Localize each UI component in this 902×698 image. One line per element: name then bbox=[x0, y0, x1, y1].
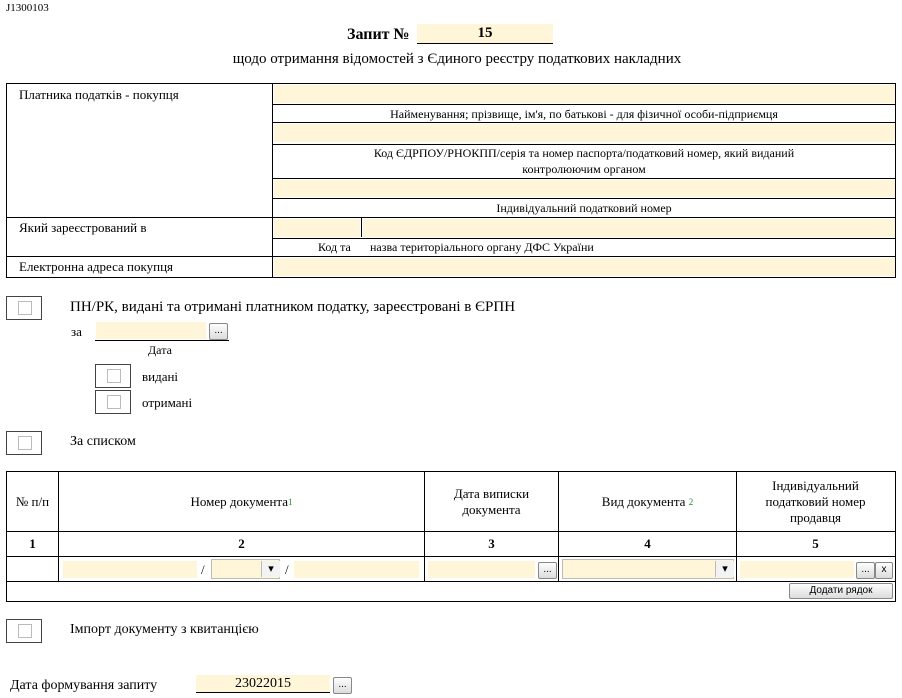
authority-code-caption: Код та bbox=[318, 240, 351, 254]
seller-ipn-lookup-button[interactable]: ... bbox=[856, 562, 875, 579]
header-num: № п/п bbox=[15, 493, 50, 509]
doc-type-select[interactable]: ▾ bbox=[562, 559, 734, 579]
issued-label: видані bbox=[142, 369, 179, 384]
add-row-button[interactable]: Додати рядок bbox=[789, 583, 893, 599]
doc-number-field[interactable] bbox=[63, 561, 197, 578]
doc-number-slash-1: / bbox=[201, 562, 205, 577]
col-number-2: 2 bbox=[238, 536, 245, 551]
import-option-label: Імпорт документу з квитанцією bbox=[70, 622, 259, 637]
header-doc-type: Вид документа 2 bbox=[601, 493, 694, 509]
request-date-field[interactable]: 23022015 bbox=[196, 675, 330, 693]
doc-number-slash-2: / bbox=[285, 562, 289, 577]
col-number-4: 4 bbox=[644, 536, 651, 551]
doc-number-note: 1 bbox=[288, 496, 293, 507]
doc-date-picker-button[interactable]: ... bbox=[538, 562, 557, 579]
request-date-picker-button[interactable]: ... bbox=[333, 677, 352, 694]
list-option-label: За списком bbox=[70, 434, 136, 449]
period-option-label: ПН/РК, видані та отримані платником пода… bbox=[70, 299, 516, 315]
registered-label: Який зареєстрований в bbox=[19, 220, 147, 235]
issued-checkbox[interactable] bbox=[95, 364, 131, 388]
buyer-label: Платника податків - покупця bbox=[19, 87, 179, 102]
seller-ipn-clear-button[interactable]: x bbox=[875, 562, 893, 579]
doc-number-suffix-field[interactable] bbox=[294, 561, 419, 578]
period-za-label: за bbox=[71, 324, 82, 339]
buyer-code-caption-line1: Код ЄДРПОУ/РНОКПП/серія та номер паспорт… bbox=[373, 146, 795, 160]
request-date-label: Дата формування запиту bbox=[10, 678, 158, 693]
buyer-code-field[interactable] bbox=[274, 124, 895, 142]
buyer-ipn-field[interactable] bbox=[274, 180, 895, 197]
page-subtitle: щодо отримання відомостей з Єдиного реєс… bbox=[232, 51, 682, 67]
received-checkbox[interactable] bbox=[95, 390, 131, 414]
buyer-ipn-caption: Індивідуальний податковий номер bbox=[496, 201, 672, 215]
authority-name-caption: назва територіального органу ДФС України bbox=[370, 240, 594, 254]
authority-name-field[interactable] bbox=[363, 219, 895, 237]
col-number-3: 3 bbox=[488, 536, 495, 551]
received-label: отримані bbox=[142, 395, 193, 410]
form-code: J1300103 bbox=[6, 2, 49, 14]
request-number-field[interactable]: 15 bbox=[417, 24, 553, 44]
doc-type-note: 2 bbox=[688, 496, 694, 507]
period-option-checkbox[interactable] bbox=[6, 296, 42, 320]
header-doc-number: Номер документа 1 bbox=[190, 493, 293, 509]
import-option-checkbox[interactable] bbox=[6, 619, 42, 643]
buyer-code-caption-line2: контролюючим органом bbox=[522, 162, 646, 176]
list-option-checkbox[interactable] bbox=[6, 431, 42, 455]
header-doc-date: Дата виписки документа bbox=[453, 485, 530, 517]
seller-ipn-field[interactable] bbox=[740, 561, 854, 578]
email-label: Електронна адреса покупця bbox=[19, 259, 174, 274]
period-date-picker-button[interactable]: ... bbox=[209, 323, 228, 340]
period-date-caption: Дата bbox=[148, 343, 172, 357]
authority-code-field[interactable] bbox=[274, 219, 360, 237]
col-number-1: 1 bbox=[29, 536, 36, 551]
buyer-name-caption: Найменування; прізвище, ім'я, по батьков… bbox=[390, 107, 778, 121]
buyer-email-field[interactable] bbox=[274, 258, 895, 276]
doc-branch-select[interactable]: ▾ bbox=[211, 559, 280, 579]
chevron-down-icon: ▾ bbox=[715, 561, 734, 577]
period-date-field[interactable] bbox=[96, 322, 206, 339]
buyer-name-field[interactable] bbox=[274, 85, 895, 103]
page-title: Запит № 15 bbox=[0, 24, 902, 46]
doc-date-field[interactable] bbox=[428, 561, 535, 578]
title-label: Запит № bbox=[347, 26, 410, 43]
header-seller-ipn: Індивідуальний податковий номер продавця bbox=[765, 477, 866, 525]
col-number-5: 5 bbox=[812, 536, 819, 551]
chevron-down-icon: ▾ bbox=[261, 561, 280, 577]
